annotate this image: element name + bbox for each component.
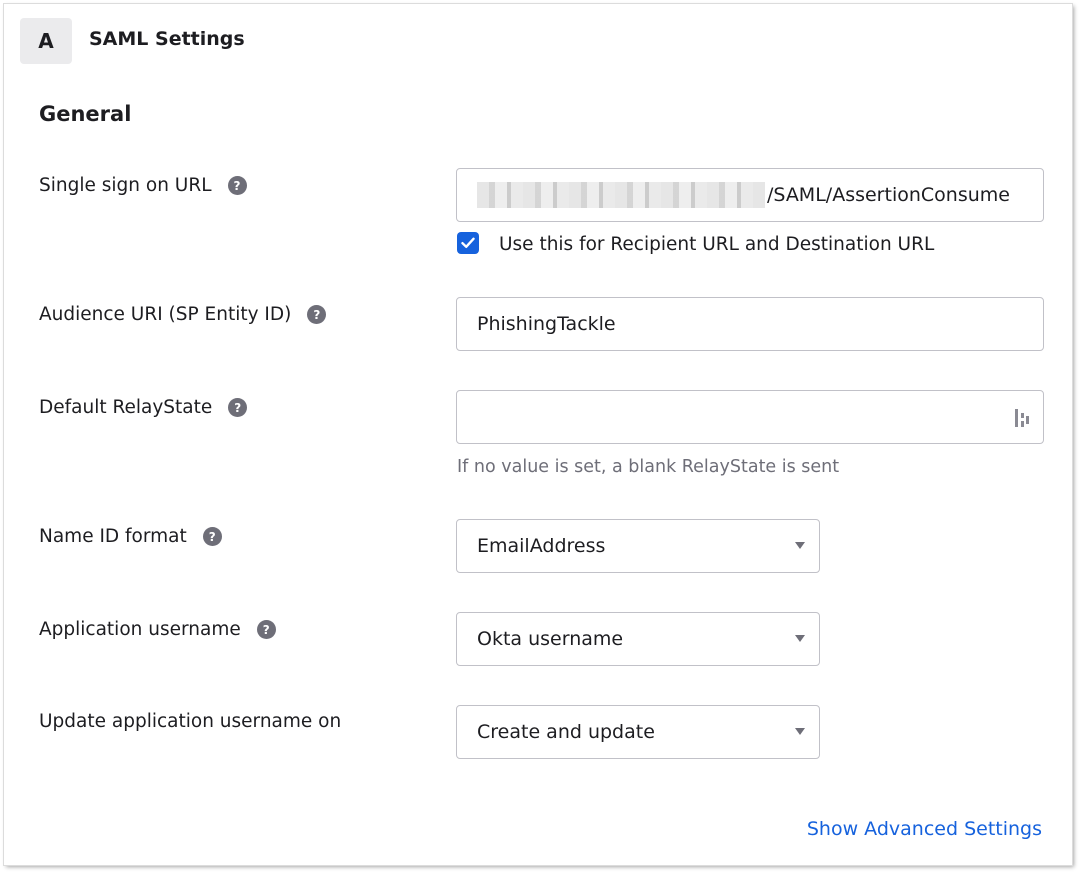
chevron-down-icon xyxy=(795,635,805,642)
help-icon[interactable]: ? xyxy=(227,176,247,195)
app-username-label: Application username ? xyxy=(39,619,276,640)
saml-settings-panel: A SAML Settings General Single sign on U… xyxy=(4,4,1072,865)
section-title-general: General xyxy=(39,102,132,126)
update-username-on-select[interactable]: Create and update xyxy=(456,705,820,759)
name-id-format-select[interactable]: EmailAddress xyxy=(456,519,820,573)
relay-state-input[interactable] xyxy=(456,390,1044,444)
sso-url-label-text: Single sign on URL xyxy=(39,175,212,196)
audience-uri-value: PhishingTackle xyxy=(477,313,616,335)
panel-title: SAML Settings xyxy=(89,28,245,50)
name-id-format-value: EmailAddress xyxy=(477,535,606,557)
check-icon xyxy=(461,237,475,248)
relay-state-hint: If no value is set, a blank RelayState i… xyxy=(457,457,840,477)
relay-state-label: Default RelayState ? xyxy=(39,397,248,418)
help-icon[interactable]: ? xyxy=(228,398,248,417)
audience-uri-input[interactable]: PhishingTackle xyxy=(456,297,1044,351)
help-icon[interactable]: ? xyxy=(307,305,327,324)
relay-state-label-text: Default RelayState xyxy=(39,397,213,418)
password-manager-icon[interactable] xyxy=(1013,407,1031,429)
app-username-label-text: Application username xyxy=(39,619,241,640)
sso-url-value: /SAML/AssertionConsume xyxy=(767,184,1010,206)
help-icon[interactable]: ? xyxy=(202,527,222,546)
update-username-on-label: Update application username on xyxy=(39,711,341,732)
name-id-format-label-text: Name ID format xyxy=(39,526,187,547)
recipient-url-checkbox[interactable] xyxy=(457,232,479,254)
sso-url-label: Single sign on URL ? xyxy=(39,175,247,196)
update-username-on-label-text: Update application username on xyxy=(39,711,342,732)
redacted-url-block xyxy=(477,182,765,208)
show-advanced-settings-link[interactable]: Show Advanced Settings xyxy=(807,818,1042,840)
audience-uri-label-text: Audience URI (SP Entity ID) xyxy=(39,304,292,325)
help-icon[interactable]: ? xyxy=(256,620,276,639)
chevron-down-icon xyxy=(795,542,805,549)
audience-uri-label: Audience URI (SP Entity ID) ? xyxy=(39,304,327,325)
sso-url-input[interactable]: /SAML/AssertionConsume xyxy=(456,168,1044,222)
chevron-down-icon xyxy=(795,728,805,735)
app-username-select[interactable]: Okta username xyxy=(456,612,820,666)
recipient-url-checkbox-label[interactable]: Use this for Recipient URL and Destinati… xyxy=(499,234,934,255)
name-id-format-label: Name ID format ? xyxy=(39,526,222,547)
app-username-value: Okta username xyxy=(477,628,624,650)
update-username-on-value: Create and update xyxy=(477,721,655,743)
step-badge: A xyxy=(20,18,72,64)
